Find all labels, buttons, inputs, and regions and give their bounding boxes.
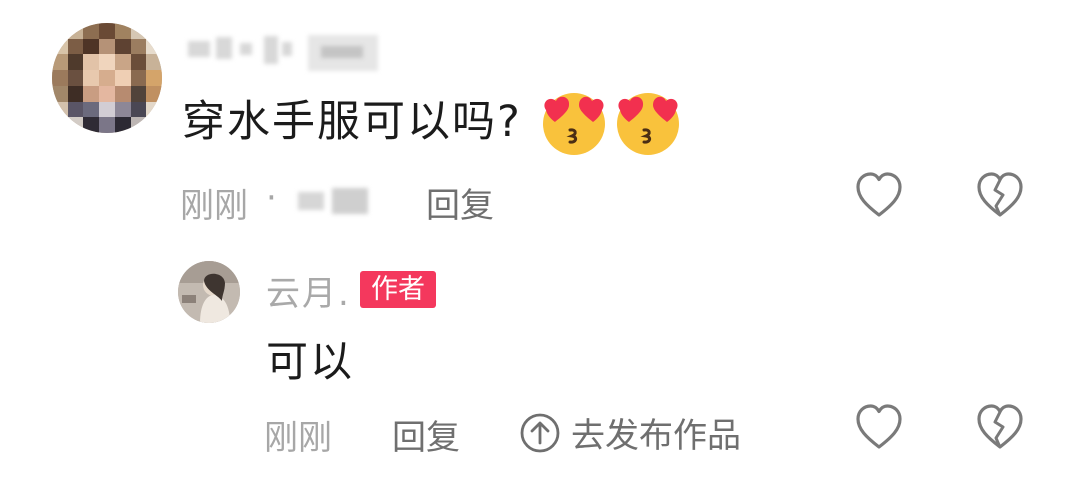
publish-work-label: 去发布作品 [571, 416, 741, 456]
reply-text: 可以 [266, 337, 355, 386]
arrow-up-circle-icon [520, 413, 560, 452]
publish-work-link[interactable]: 去发布作品 [519, 408, 741, 457]
comment-thread: 穿水手服可以吗? 刚刚 · 回复 云月. 作者 可以 刚刚 回复 去发布作品 [0, 0, 1080, 488]
reply-time: 刚刚 [264, 418, 332, 458]
comment-text: 穿水手服可以吗? [182, 97, 522, 147]
heart-outline-icon[interactable] [852, 169, 906, 223]
broken-heart-icon[interactable] [973, 401, 1027, 455]
heart-eyes-kiss-emoji [612, 88, 684, 156]
location-blurred [298, 184, 374, 216]
comment-time: 刚刚 [180, 186, 248, 226]
reply-button[interactable]: 回复 [426, 178, 494, 227]
heart-outline-icon[interactable] [852, 401, 906, 455]
username-blurred[interactable] [186, 32, 396, 72]
author-badge: 作者 [360, 271, 436, 308]
reply-avatar[interactable] [178, 261, 240, 323]
reply-username[interactable]: 云月. [266, 266, 351, 315]
avatar[interactable] [52, 23, 162, 133]
reply-reply-button[interactable]: 回复 [392, 410, 460, 459]
emoji-row [538, 88, 684, 156]
broken-heart-icon[interactable] [973, 169, 1027, 223]
heart-eyes-kiss-emoji [538, 88, 610, 156]
meta-separator: · [266, 178, 277, 218]
